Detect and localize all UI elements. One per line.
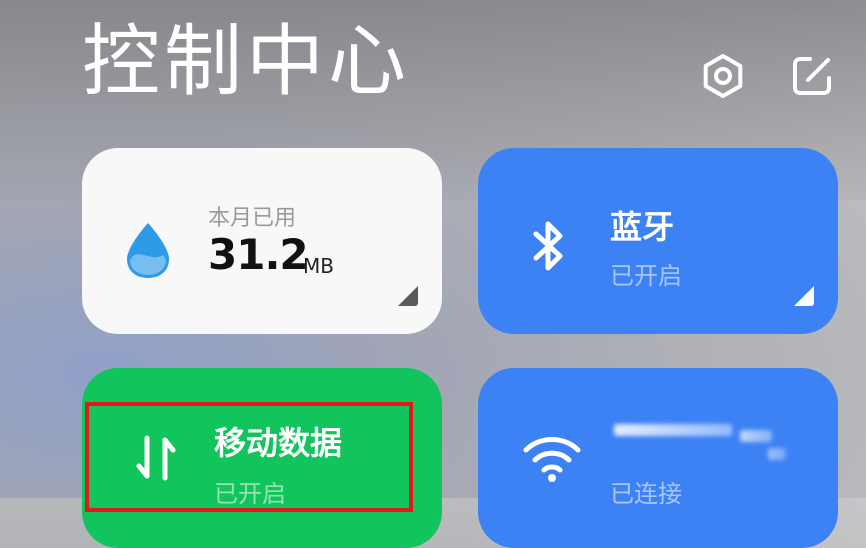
gear-icon [703,54,743,98]
bluetooth-title: 蓝牙 [610,208,675,246]
bluetooth-status: 已开启 [610,262,682,290]
page-title: 控制中心 [82,17,411,107]
edit-button[interactable] [788,52,836,100]
mobile-data-status: 已开启 [214,480,286,508]
water-drop-icon [127,223,169,278]
data-usage-unit: MB [303,254,334,278]
mobile-data-arrows-icon [136,435,176,481]
settings-button[interactable] [699,52,747,100]
wifi-network-name-obscured [740,430,772,442]
edit-icon [793,57,831,95]
expand-corner-icon [794,286,814,306]
mobile-data-title: 移动数据 [214,424,343,462]
wifi-icon [523,437,581,482]
wifi-network-name-obscured [614,424,732,436]
wifi-tile[interactable]: 已连接 [478,368,838,548]
data-usage-label: 本月已用 [208,206,297,231]
data-usage-value: 31.2 [208,230,309,279]
expand-corner-icon [398,286,418,306]
bluetooth-icon [533,221,563,271]
mobile-data-tile[interactable]: 移动数据 已开启 [82,368,442,548]
bluetooth-tile[interactable]: 蓝牙 已开启 [478,148,838,334]
data-usage-tile[interactable]: 本月已用 31.2 MB [82,148,442,334]
wifi-network-name-obscured [768,448,786,460]
wifi-status: 已连接 [610,480,682,508]
